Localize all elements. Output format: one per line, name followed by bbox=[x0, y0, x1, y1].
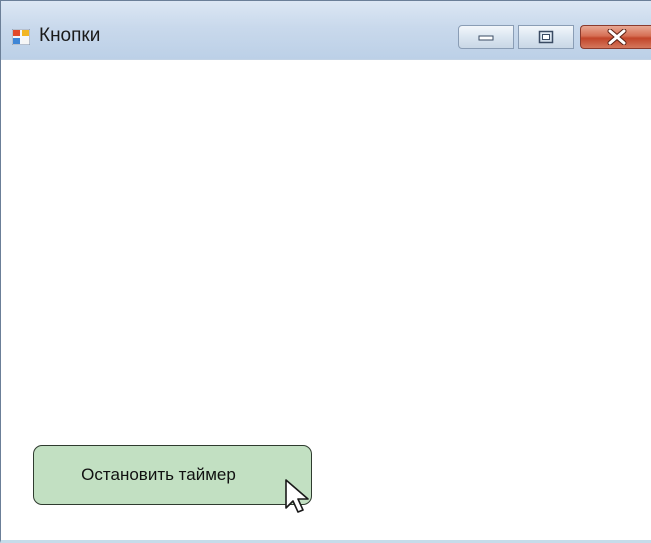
window-title: Кнопки bbox=[39, 25, 101, 46]
app-window: Кнопки Остановить таймер bbox=[0, 0, 651, 543]
maximize-icon bbox=[538, 30, 554, 44]
close-icon bbox=[607, 29, 626, 45]
windows-form-icon bbox=[12, 29, 30, 45]
maximize-button[interactable] bbox=[518, 25, 574, 49]
minimize-icon bbox=[478, 35, 494, 41]
close-button[interactable] bbox=[580, 25, 651, 49]
stop-timer-button[interactable]: Остановить таймер bbox=[33, 445, 312, 505]
stop-timer-button-label: Остановить таймер bbox=[81, 465, 236, 484]
title-bar[interactable]: Кнопки bbox=[1, 1, 651, 60]
minimize-button[interactable] bbox=[458, 25, 514, 49]
arrow-pointer-icon bbox=[285, 479, 309, 513]
